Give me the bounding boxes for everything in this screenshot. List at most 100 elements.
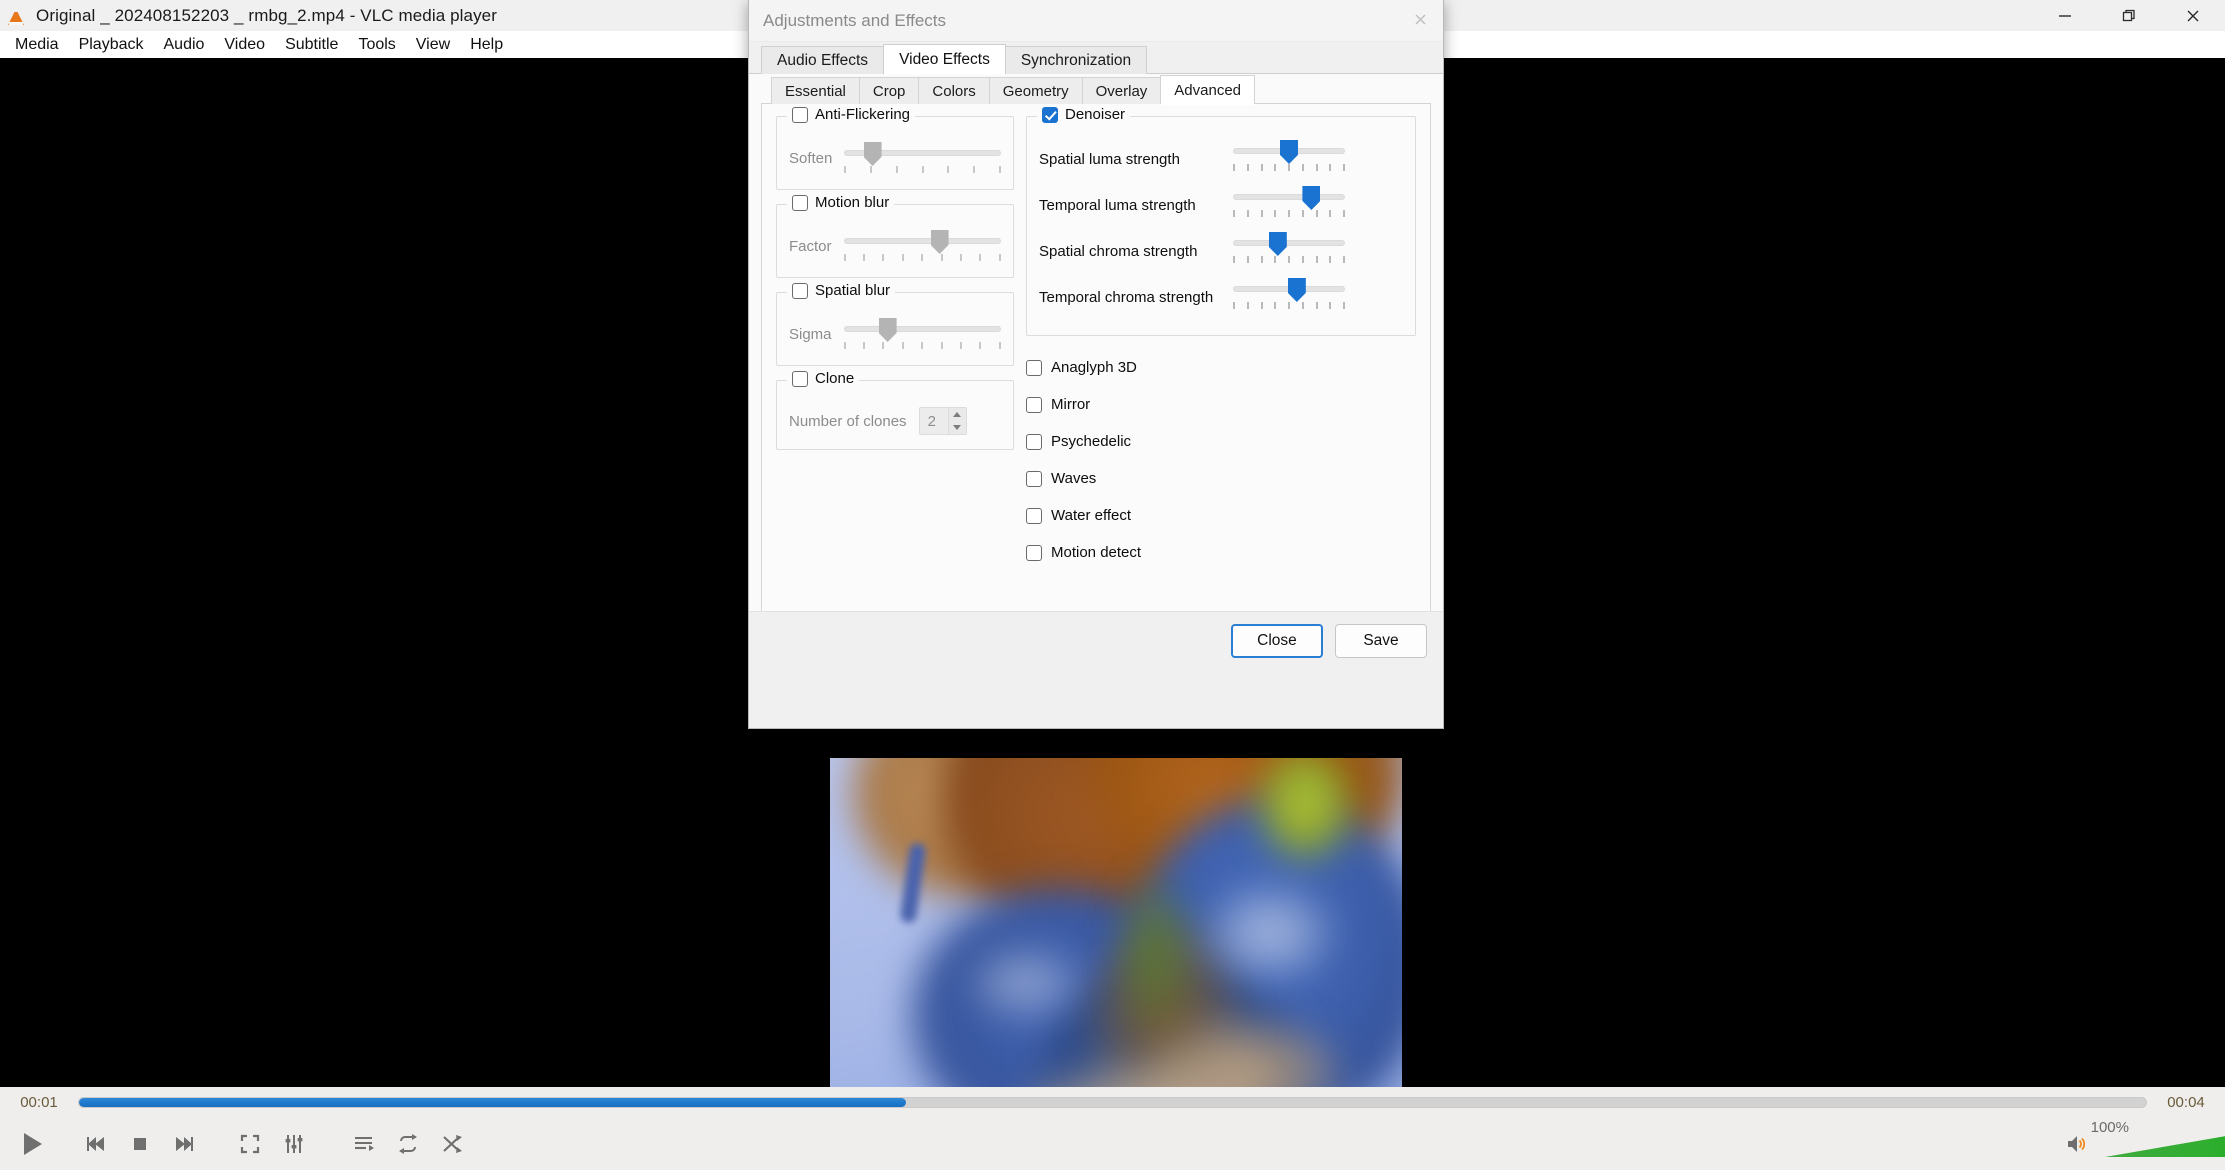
subtab-colors[interactable]: Colors <box>918 77 990 104</box>
motion-blur-checkbox[interactable] <box>792 194 808 211</box>
waves-row[interactable]: Waves <box>1026 465 1416 492</box>
tab-audio-effects[interactable]: Audio Effects <box>761 46 885 74</box>
subtab-crop[interactable]: Crop <box>858 77 920 104</box>
shuffle-button[interactable] <box>430 1124 474 1164</box>
spatial-chroma-label: Spatial chroma strength <box>1039 242 1198 260</box>
psychedelic-row[interactable]: Psychedelic <box>1026 428 1416 455</box>
subtab-geometry[interactable]: Geometry <box>988 77 1083 104</box>
waves-label: Waves <box>1051 470 1097 487</box>
factor-row: Factor <box>789 229 1001 263</box>
slider-handle[interactable] <box>1268 232 1287 256</box>
number-of-clones-value[interactable]: 2 <box>920 413 948 430</box>
water-effect-row[interactable]: Water effect <box>1026 502 1416 529</box>
slider-ticks <box>843 254 1001 262</box>
volume-area: 100% <box>2055 1118 2225 1170</box>
spatial-blur-checkbox[interactable] <box>792 282 808 299</box>
subtab-essential[interactable]: Essential <box>771 77 860 104</box>
video-frame <box>830 758 1402 1087</box>
vlc-cone-icon <box>6 6 26 26</box>
denoiser-checkbox[interactable] <box>1042 106 1058 123</box>
stepper-arrows[interactable] <box>947 408 966 434</box>
close-button[interactable]: Close <box>1231 623 1323 658</box>
number-of-clones-label: Number of clones <box>789 412 907 430</box>
stepper-up-icon[interactable] <box>953 412 962 417</box>
seek-slider[interactable] <box>78 1097 2147 1108</box>
total-time[interactable]: 00:04 <box>2147 1094 2225 1111</box>
mirror-label: Mirror <box>1051 396 1091 413</box>
psychedelic-checkbox[interactable] <box>1026 433 1042 450</box>
sigma-label: Sigma <box>789 325 832 343</box>
menu-playback[interactable]: Playback <box>70 33 153 57</box>
equalizer-icon[interactable] <box>272 1124 316 1164</box>
slider-handle[interactable] <box>1287 278 1306 302</box>
slider-handle[interactable] <box>1302 186 1321 210</box>
anaglyph-3d-checkbox[interactable] <box>1026 359 1042 376</box>
motion-detect-checkbox[interactable] <box>1026 544 1042 561</box>
transport-controls <box>0 1118 2225 1170</box>
close-icon[interactable] <box>2161 0 2225 31</box>
tab-synchronization[interactable]: Synchronization <box>1004 46 1148 74</box>
subtab-overlay[interactable]: Overlay <box>1081 77 1162 104</box>
dialog-titlebar[interactable]: Adjustments and Effects <box>749 0 1443 42</box>
waves-checkbox[interactable] <box>1026 470 1042 487</box>
menu-help[interactable]: Help <box>461 33 512 57</box>
volume-slider[interactable] <box>2105 1127 2225 1161</box>
slider-handle[interactable] <box>930 230 949 254</box>
temporal-chroma-slider[interactable] <box>1233 277 1345 317</box>
soften-row: Soften <box>789 141 1001 175</box>
slider-handle[interactable] <box>878 318 897 342</box>
restore-icon[interactable] <box>2097 0 2161 31</box>
stepper-down-icon[interactable] <box>953 425 962 430</box>
dialog-main-tabs: Audio Effects Video Effects Synchronizat… <box>749 42 1443 75</box>
mirror-checkbox[interactable] <box>1026 396 1042 413</box>
clone-checkbox[interactable] <box>792 370 808 387</box>
spatial-chroma-row: Spatial chroma strength <box>1039 231 1403 271</box>
menu-tools[interactable]: Tools <box>349 33 404 57</box>
anti-flickering-label: Anti-Flickering <box>815 106 911 123</box>
play-button[interactable] <box>4 1120 60 1168</box>
save-button[interactable]: Save <box>1335 623 1427 658</box>
anti-flickering-group: Anti-Flickering Soften <box>776 106 1014 190</box>
spatial-luma-row: Spatial luma strength <box>1039 139 1403 179</box>
spatial-luma-label: Spatial luma strength <box>1039 150 1180 168</box>
spatial-chroma-slider[interactable] <box>1233 231 1345 271</box>
elapsed-time[interactable]: 00:01 <box>0 1094 78 1111</box>
stop-button[interactable] <box>118 1124 162 1164</box>
denoiser-label: Denoiser <box>1065 106 1126 123</box>
water-effect-checkbox[interactable] <box>1026 507 1042 524</box>
loop-button[interactable] <box>386 1124 430 1164</box>
spatial-luma-slider[interactable] <box>1233 139 1345 179</box>
previous-button[interactable] <box>74 1124 118 1164</box>
clone-label: Clone <box>815 370 855 387</box>
advanced-left-column: Anti-Flickering Soften Motion blur Facto… <box>776 106 1014 576</box>
minimize-icon[interactable] <box>2033 0 2097 31</box>
seek-row: 00:01 00:04 <box>0 1087 2225 1118</box>
slider-handle[interactable] <box>863 142 882 166</box>
slider-handle[interactable] <box>1280 140 1298 164</box>
soften-slider[interactable] <box>844 141 1001 175</box>
anti-flickering-checkbox[interactable] <box>792 106 808 123</box>
next-button[interactable] <box>162 1124 206 1164</box>
video-blob <box>970 948 1080 1018</box>
anaglyph-3d-row[interactable]: Anaglyph 3D <box>1026 354 1416 381</box>
spatial-blur-group: Spatial blur Sigma <box>776 282 1014 366</box>
menu-view[interactable]: View <box>407 33 459 57</box>
factor-label: Factor <box>789 237 832 255</box>
mirror-row[interactable]: Mirror <box>1026 391 1416 418</box>
motion-blur-group: Motion blur Factor <box>776 194 1014 278</box>
menu-media[interactable]: Media <box>6 33 68 57</box>
playlist-button[interactable] <box>342 1124 386 1164</box>
dialog-close-icon[interactable] <box>1405 6 1435 32</box>
menu-subtitle[interactable]: Subtitle <box>276 33 347 57</box>
motion-blur-label: Motion blur <box>815 194 890 211</box>
temporal-luma-slider[interactable] <box>1233 185 1345 225</box>
sigma-slider[interactable] <box>843 317 1001 351</box>
menu-audio[interactable]: Audio <box>155 33 214 57</box>
factor-slider[interactable] <box>843 229 1001 263</box>
tab-video-effects[interactable]: Video Effects <box>883 44 1006 75</box>
fullscreen-button[interactable] <box>228 1124 272 1164</box>
menu-video[interactable]: Video <box>215 33 274 57</box>
motion-detect-row[interactable]: Motion detect <box>1026 539 1416 566</box>
number-of-clones-stepper[interactable]: 2 <box>918 407 967 435</box>
subtab-advanced[interactable]: Advanced <box>1160 75 1256 105</box>
